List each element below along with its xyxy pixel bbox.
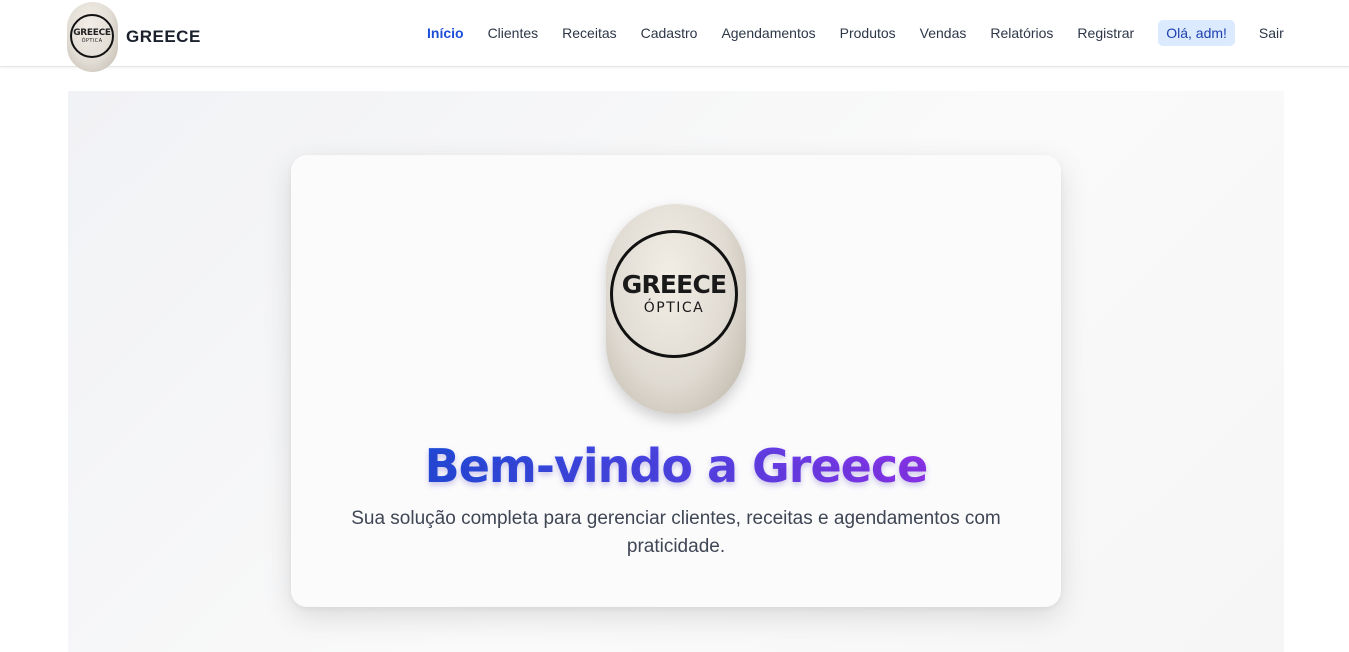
welcome-title-text: Bem-vindo a Greece — [424, 439, 929, 493]
welcome-title: Bem-vindo a Greece — [291, 438, 1061, 494]
nav-link-registrar[interactable]: Registrar — [1065, 21, 1146, 45]
nav-menu: Início Clientes Receitas Cadastro Agenda… — [415, 20, 1296, 46]
hero-logo-ring: GREECE ÓPTICA — [610, 230, 738, 358]
nav-link-receitas[interactable]: Receitas — [550, 21, 628, 45]
logo-text-line2: ÓPTICA — [81, 38, 103, 44]
welcome-subtitle: Sua solução completa para gerenciar clie… — [351, 508, 1001, 557]
hero-logo: GREECE ÓPTICA — [606, 204, 746, 414]
logout-link[interactable]: Sair — [1247, 21, 1296, 45]
nav-link-cadastro[interactable]: Cadastro — [629, 21, 710, 45]
navbar: GREECE ÓPTICA GREECE Início Clientes Rec… — [0, 0, 1349, 72]
nav-link-relatorios[interactable]: Relatórios — [978, 21, 1065, 45]
logo-ring: GREECE ÓPTICA — [70, 14, 114, 58]
brand-logo[interactable]: GREECE ÓPTICA — [67, 2, 118, 72]
hero-logo-text-line1: GREECE — [621, 270, 727, 299]
logo-text-line1: GREECE — [73, 28, 111, 38]
nav-link-clientes[interactable]: Clientes — [476, 21, 551, 45]
brand-name[interactable]: GREECE — [126, 27, 201, 47]
nav-link-inicio[interactable]: Início — [415, 21, 476, 45]
nav-link-agendamentos[interactable]: Agendamentos — [709, 21, 827, 45]
brand[interactable]: GREECE ÓPTICA GREECE — [67, 2, 201, 72]
hero-logo-text-line2: ÓPTICA — [643, 300, 705, 316]
welcome-card: GREECE ÓPTICA Bem-vindo a Greece Sua sol… — [291, 155, 1061, 607]
nav-link-produtos[interactable]: Produtos — [828, 21, 908, 45]
hero-section: GREECE ÓPTICA Bem-vindo a Greece Sua sol… — [68, 91, 1284, 652]
nav-link-vendas[interactable]: Vendas — [908, 21, 979, 45]
user-greeting-badge: Olá, adm! — [1158, 20, 1235, 46]
